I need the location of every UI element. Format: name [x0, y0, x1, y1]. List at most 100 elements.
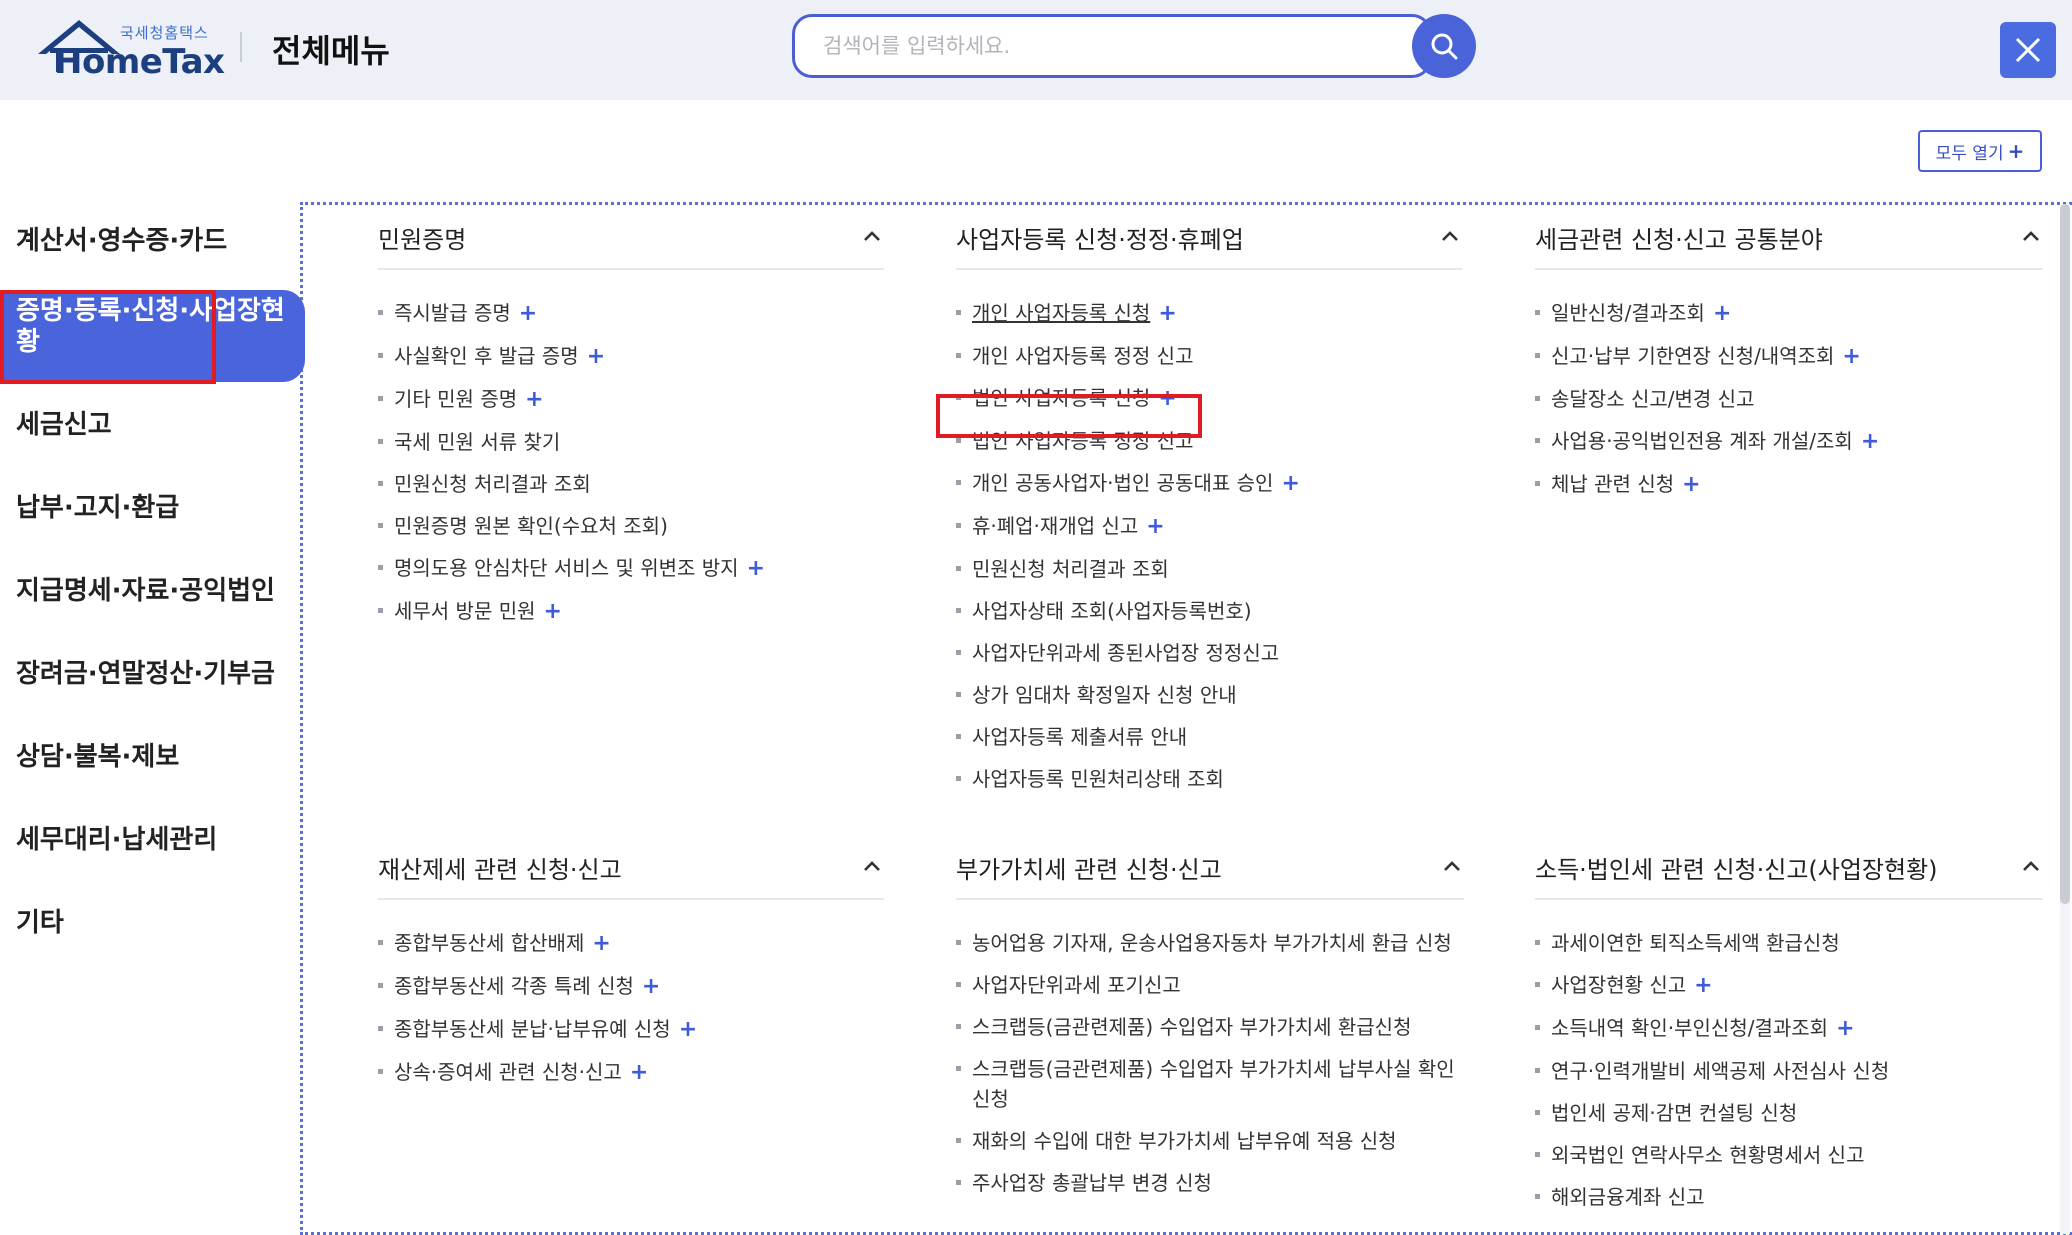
section-header[interactable]: 소득·법인세 관련 신청·신고(사업장현황) — [1535, 840, 2043, 900]
plus-icon[interactable]: + — [1281, 471, 1299, 496]
menu-link[interactable]: 주사업장 총괄납부 변경 신청 — [972, 1171, 1212, 1195]
menu-link[interactable]: 사실확인 후 발급 증명 — [394, 344, 579, 368]
sidebar-item-payment[interactable]: 납부·고지·환급 — [0, 493, 305, 524]
menu-link[interactable]: 사업자단위과세 포기신고 — [972, 973, 1181, 997]
search-button[interactable] — [1412, 14, 1476, 78]
menu-link[interactable]: 스크랩등(금관련제품) 수입업자 부가가치세 납부사실 확인신청 — [972, 1057, 1455, 1111]
menu-link[interactable]: 개인 공동사업자·법인 공동대표 승인 — [972, 471, 1273, 495]
chevron-up-icon[interactable] — [860, 224, 884, 248]
sidebar-item-agent[interactable]: 세무대리·납세관리 — [0, 825, 305, 856]
bullet-icon — [1535, 1025, 1540, 1030]
plus-icon[interactable]: + — [525, 387, 543, 412]
menu-link[interactable]: 해외금융계좌 신고 — [1551, 1185, 1705, 1209]
menu-link[interactable]: 사업자등록 제출서류 안내 — [972, 725, 1187, 749]
plus-icon[interactable]: + — [519, 301, 537, 326]
plus-icon[interactable]: + — [544, 599, 562, 624]
menu-link[interactable]: 종합부동산세 합산배제 — [394, 931, 584, 955]
menu-link[interactable]: 사업자등록 민원처리상태 조회 — [972, 767, 1224, 791]
close-button[interactable] — [2000, 22, 2056, 78]
menu-link[interactable]: 민원증명 원본 확인(수요처 조회) — [394, 514, 668, 538]
menu-link[interactable]: 민원신청 처리결과 조회 — [394, 472, 591, 496]
menu-link[interactable]: 휴·폐업·재개업 신고 — [972, 514, 1138, 538]
menu-link[interactable]: 신고·납부 기한연장 신청/내역조회 — [1551, 344, 1834, 368]
chevron-up-icon[interactable] — [860, 854, 884, 878]
search-input[interactable] — [792, 14, 1432, 78]
sidebar-item-tax-return[interactable]: 세금신고 — [0, 410, 305, 441]
sidebar-item-consult[interactable]: 상담·불복·제보 — [0, 742, 305, 773]
list-item: 해외금융계좌 신고 — [1535, 1176, 2043, 1218]
menu-link[interactable]: 사업자단위과세 종된사업장 정정신고 — [972, 641, 1279, 665]
chevron-up-icon[interactable] — [2019, 224, 2043, 248]
menu-link[interactable]: 사업용·공익법인전용 계좌 개설/조회 — [1551, 429, 1853, 453]
menu-link[interactable]: 종합부동산세 분납·납부유예 신청 — [394, 1017, 671, 1041]
sidebar-item-invoice[interactable]: 계산서·영수증·카드 — [0, 226, 305, 257]
menu-link[interactable]: 개인 사업자등록 정정 신고 — [972, 344, 1193, 368]
bullet-icon — [956, 523, 961, 528]
menu-link[interactable]: 명의도용 안심차단 서비스 및 위변조 방지 — [394, 556, 739, 580]
plus-icon[interactable]: + — [1836, 1016, 1854, 1041]
plus-icon[interactable]: + — [1146, 514, 1164, 539]
menu-link[interactable]: 외국법인 연락사무소 현황명세서 신고 — [1551, 1143, 1864, 1167]
scrollbar-thumb[interactable] — [2060, 204, 2070, 904]
chevron-up-icon[interactable] — [1438, 224, 1462, 248]
menu-link[interactable]: 즉시발급 증명 — [394, 301, 511, 325]
plus-icon[interactable]: + — [1842, 344, 1860, 369]
header-divider — [240, 32, 242, 62]
chevron-up-icon[interactable] — [1440, 854, 1464, 878]
menu-link[interactable]: 체납 관련 신청 — [1551, 472, 1674, 496]
menu-link[interactable]: 과세이연한 퇴직소득세액 환급신청 — [1551, 931, 1840, 955]
list-item: 종합부동산세 분납·납부유예 신청 + — [378, 1008, 884, 1051]
bullet-icon — [956, 650, 961, 655]
list-item: 법인세 공제·감면 컨설팅 신청 — [1535, 1092, 2043, 1134]
expand-all-button[interactable]: 모두 열기 + — [1918, 130, 2042, 172]
plus-icon[interactable]: + — [1694, 973, 1712, 998]
section-header[interactable]: 세금관련 신청·신고 공통분야 — [1535, 210, 2043, 270]
list-item: 외국법인 연락사무소 현황명세서 신고 — [1535, 1134, 2043, 1176]
section-header[interactable]: 부가가치세 관련 신청·신고 — [956, 840, 1464, 900]
menu-link[interactable]: 기타 민원 증명 — [394, 387, 517, 411]
menu-link[interactable]: 상가 임대차 확정일자 신청 안내 — [972, 683, 1237, 707]
plus-icon[interactable]: + — [630, 1060, 648, 1085]
bullet-icon — [378, 439, 383, 444]
bullet-icon — [956, 438, 961, 443]
menu-link[interactable]: 사업장현황 신고 — [1551, 973, 1686, 997]
plus-icon[interactable]: + — [679, 1017, 697, 1042]
list-item: 연구·인력개발비 세액공제 사전심사 신청 — [1535, 1050, 2043, 1092]
menu-link[interactable]: 민원신청 처리결과 조회 — [972, 557, 1169, 581]
section-header[interactable]: 사업자등록 신청·정정·휴폐업 — [956, 210, 1462, 270]
menu-link[interactable]: 소득내역 확인·부인신청/결과조회 — [1551, 1016, 1828, 1040]
page-title: 전체메뉴 — [272, 32, 390, 70]
plus-icon[interactable]: + — [1158, 386, 1176, 411]
menu-link[interactable]: 일반신청/결과조회 — [1551, 301, 1705, 325]
menu-link[interactable]: 종합부동산세 각종 특례 신청 — [394, 974, 634, 998]
plus-icon[interactable]: + — [747, 556, 765, 581]
plus-icon[interactable]: + — [1713, 301, 1731, 326]
menu-link[interactable]: 재화의 수입에 대한 부가가치세 납부유예 적용 신청 — [972, 1129, 1397, 1153]
menu-link[interactable]: 국세 민원 서류 찾기 — [394, 430, 560, 454]
menu-link[interactable]: 스크랩등(금관련제품) 수입업자 부가가치세 환급신청 — [972, 1015, 1411, 1039]
plus-icon[interactable]: + — [592, 931, 610, 956]
sidebar-item-incentive[interactable]: 장려금·연말정산·기부금 — [0, 659, 305, 690]
sidebar-item-statement[interactable]: 지급명세·자료·공익법인 — [0, 576, 305, 607]
menu-link[interactable]: 법인 사업자등록 신청 — [972, 386, 1150, 410]
plus-icon[interactable]: + — [1682, 472, 1700, 497]
section-header[interactable]: 재산제세 관련 신청·신고 — [378, 840, 884, 900]
plus-icon[interactable]: + — [642, 974, 660, 999]
menu-link[interactable]: 상속·증여세 관련 신청·신고 — [394, 1060, 622, 1084]
section-header[interactable]: 민원증명 — [378, 210, 884, 270]
sidebar-item-certificate[interactable]: 증명·등록·신청·사업장현황 — [0, 290, 305, 382]
plus-icon[interactable]: + — [587, 344, 605, 369]
chevron-up-icon[interactable] — [2019, 854, 2043, 878]
menu-link[interactable]: 개인 사업자등록 신청 — [972, 301, 1150, 325]
menu-link[interactable]: 세무서 방문 민원 — [394, 599, 536, 623]
sidebar-item-etc[interactable]: 기타 — [0, 908, 305, 939]
menu-link[interactable]: 연구·인력개발비 세액공제 사전심사 신청 — [1551, 1059, 1889, 1083]
menu-link[interactable]: 사업자상태 조회(사업자등록번호) — [972, 599, 1252, 623]
menu-link[interactable]: 법인 사업자등록 정정 신고 — [972, 429, 1193, 453]
plus-icon[interactable]: + — [1158, 301, 1176, 326]
menu-link[interactable]: 농어업용 기자재, 운송사업용자동차 부가가치세 환급 신청 — [972, 931, 1452, 955]
hometax-logo[interactable]: 국세청홈택스 HomeTax — [36, 18, 225, 82]
plus-icon[interactable]: + — [1861, 429, 1879, 454]
menu-link[interactable]: 법인세 공제·감면 컨설팅 신청 — [1551, 1101, 1797, 1125]
menu-link[interactable]: 송달장소 신고/변경 신고 — [1551, 387, 1754, 411]
